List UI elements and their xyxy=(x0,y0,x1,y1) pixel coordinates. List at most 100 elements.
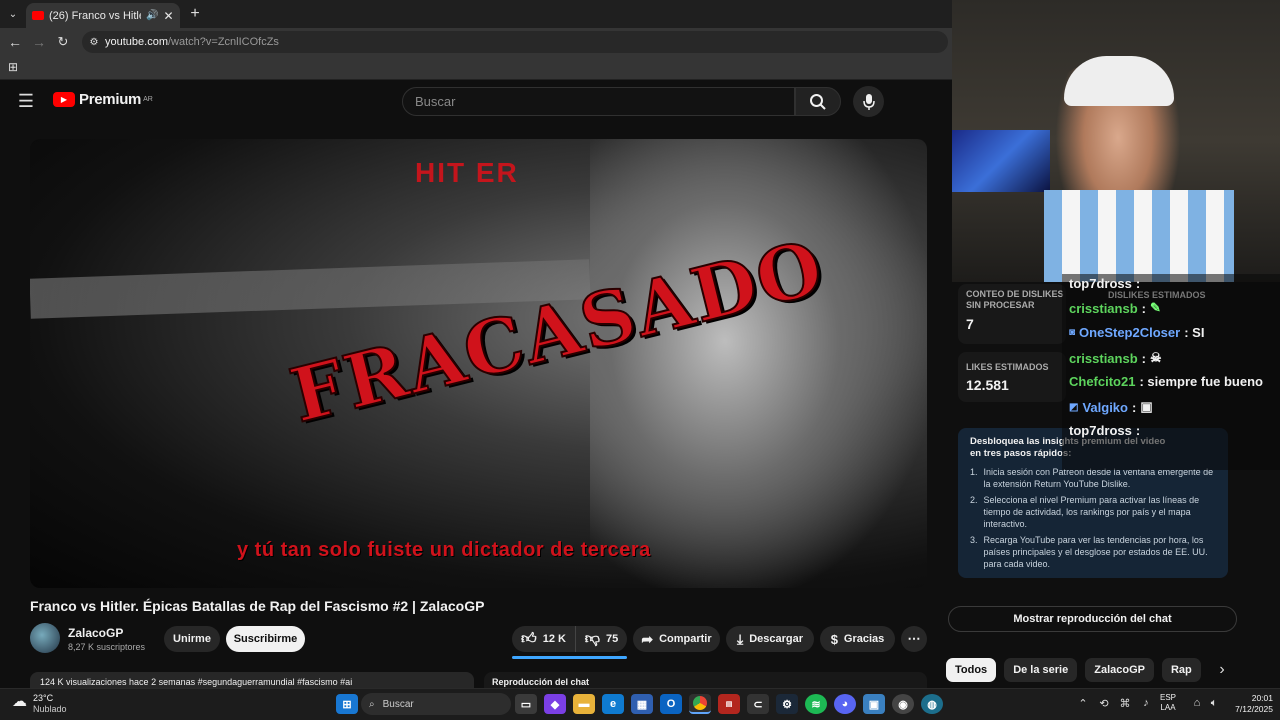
subscribe-button[interactable]: Suscribirme xyxy=(226,626,305,652)
dislike-button[interactable]: 👎︎ 75 xyxy=(576,626,627,652)
chat-user: crisstiansb xyxy=(1069,350,1138,366)
video-player[interactable]: HIT ER FRACASADO y tú tan solo fuiste un… xyxy=(30,139,927,588)
tab-title: (26) Franco vs Hitler. Épicas xyxy=(49,9,141,22)
site-info-icon[interactable]: ⚙ xyxy=(86,34,102,50)
badge-icon: ◩ xyxy=(1069,401,1079,413)
capcut-icon[interactable]: ⊂ xyxy=(747,694,769,714)
language-indicator[interactable]: ESP LAA xyxy=(1160,693,1176,713)
menu-icon[interactable]: ☰ xyxy=(16,91,36,111)
steam-icon[interactable]: ⚙ xyxy=(776,694,798,714)
webcam-monitor xyxy=(952,130,1050,192)
raw-dislikes-card: CONTEO DE DISLIKES SIN PROCESAR 7 xyxy=(958,284,1066,344)
tray-app-icon[interactable]: ⟲ xyxy=(1097,696,1111,710)
video-overlay-top-text: HIT ER xyxy=(415,157,519,188)
share-icon: ➦ xyxy=(641,630,654,647)
step-number-3: 3. xyxy=(970,535,978,545)
chat-message: : xyxy=(1131,399,1137,415)
youtube-favicon-icon xyxy=(32,11,44,20)
streamer-webcam xyxy=(952,0,1280,282)
app-icon[interactable]: ▤ xyxy=(718,694,740,714)
store-icon[interactable]: ▦ xyxy=(631,694,653,714)
thanks-icon: $ xyxy=(830,631,838,647)
weather-widget[interactable]: 23°C Nublado xyxy=(33,693,67,715)
chat-message: : xyxy=(1141,300,1146,316)
reload-icon[interactable]: ↻ xyxy=(54,33,72,51)
lang-bottom: LAA xyxy=(1160,703,1176,712)
more-actions-icon[interactable]: ⋯ xyxy=(901,626,927,652)
show-chat-replay-button[interactable]: Mostrar reproducción del chat xyxy=(948,606,1237,632)
app-globe-icon[interactable]: ◍ xyxy=(921,694,943,714)
search-input[interactable]: Buscar xyxy=(402,87,795,116)
description-preview: 124 K visualizaciones hace 2 semanas #se… xyxy=(40,677,353,687)
chrome-icon[interactable] xyxy=(689,694,711,714)
url-path: /watch?v=ZcnlICOfcZs xyxy=(167,36,279,48)
chat-message: : siempre fue bueno xyxy=(1139,374,1263,389)
taskbar-search[interactable]: ⌕ Buscar xyxy=(361,693,511,715)
join-button[interactable]: Unirme xyxy=(164,626,220,652)
tray-expand-icon[interactable]: ⌃ xyxy=(1076,696,1090,710)
youtube-play-logo-icon: ▶ xyxy=(53,92,75,107)
obs-icon[interactable]: ◉ xyxy=(892,694,914,714)
copilot-icon[interactable]: ◆ xyxy=(544,694,566,714)
speaker-icon[interactable]: 🔊 xyxy=(146,10,158,21)
video-frame-face xyxy=(590,139,927,588)
chat-message: : xyxy=(1141,350,1146,366)
webcam-shirt xyxy=(1044,190,1234,282)
chat-emote-icon: ▣ xyxy=(1140,399,1153,414)
browser-tab[interactable]: (26) Franco vs Hitler. Épicas 🔊 ✕ xyxy=(26,3,180,28)
clock-date: 7/12/2025 xyxy=(1235,704,1273,714)
like-button[interactable]: 👍︎ 12 K xyxy=(512,626,576,652)
back-icon[interactable]: ← xyxy=(6,33,24,51)
chevron-right-icon[interactable]: › xyxy=(1212,660,1232,680)
raw-dislikes-label: CONTEO DE DISLIKES SIN PROCESAR xyxy=(966,289,1064,310)
chat-user: Chefcito21 xyxy=(1069,374,1136,389)
url-field[interactable]: ⚙ youtube.com/watch?v=ZcnlICOfcZs xyxy=(82,31,948,53)
new-tab-icon[interactable]: + xyxy=(186,5,204,23)
chat-replay-panel: Reproducción del chat xyxy=(484,672,927,688)
chip-series[interactable]: De la serie xyxy=(1004,658,1078,682)
tab-search-chevron-icon[interactable]: ⌄ xyxy=(4,6,22,22)
spotify-icon[interactable]: ≋ xyxy=(805,694,827,714)
apps-grid-icon[interactable]: ⊞ xyxy=(6,60,20,74)
microphone-icon xyxy=(862,93,875,110)
discord-icon[interactable]: ◕ xyxy=(834,694,856,714)
chip-channel[interactable]: ZalacoGP xyxy=(1085,658,1154,682)
chat-emote-icon: ✎ xyxy=(1150,300,1161,315)
volume-icon[interactable]: 🔈︎ xyxy=(1207,696,1221,710)
youtube-premium-logo[interactable]: ▶ Premium AR xyxy=(53,91,153,108)
network-icon[interactable]: ⌂ xyxy=(1190,696,1204,710)
start-windows-icon[interactable]: ⊞ xyxy=(336,694,358,714)
edge-icon[interactable]: e xyxy=(602,694,624,714)
chip-rap[interactable]: Rap xyxy=(1161,658,1201,682)
like-count: 12 K xyxy=(542,633,566,645)
filter-chip-bar: Todos De la serie ZalacoGP Rap Re xyxy=(946,658,1206,682)
search-icon xyxy=(810,93,826,110)
share-button[interactable]: ➦ Compartir xyxy=(633,626,720,652)
video-title: Franco vs Hitler. Épicas Batallas de Rap… xyxy=(30,598,485,614)
region-code: AR xyxy=(143,96,153,103)
clock[interactable]: 20:01 7/12/2025 xyxy=(1227,693,1273,715)
file-explorer-icon[interactable]: ▬ xyxy=(573,694,595,714)
outlook-icon[interactable]: O xyxy=(660,694,682,714)
download-button[interactable]: ⤓ Descargar xyxy=(726,626,814,652)
task-view-icon[interactable]: ▭ xyxy=(515,694,537,714)
channel-avatar[interactable] xyxy=(30,623,60,653)
chip-all[interactable]: Todos xyxy=(946,658,997,682)
download-icon: ⤓ xyxy=(736,630,744,647)
voice-search-button[interactable] xyxy=(853,86,884,117)
raw-dislikes-value: 7 xyxy=(966,316,974,332)
like-dislike-group: 👍︎ 12 K 👎︎ 75 xyxy=(512,626,627,652)
thumbs-up-icon: 👍︎ xyxy=(521,630,537,647)
tab-close-icon[interactable]: ✕ xyxy=(163,9,173,23)
tray-app-icon[interactable]: ⌘ xyxy=(1118,696,1132,710)
description-box[interactable]: 124 K visualizaciones hace 2 semanas #se… xyxy=(30,672,474,688)
subscriber-count: 8,27 K suscriptores xyxy=(68,642,146,652)
channel-name[interactable]: ZalacoGP xyxy=(68,626,123,640)
forward-icon[interactable]: → xyxy=(30,33,48,51)
dislike-count: 75 xyxy=(605,633,619,645)
search-button[interactable] xyxy=(795,87,841,116)
remote-desktop-icon[interactable]: ▣ xyxy=(863,694,885,714)
tray-mic-icon[interactable]: ♪ xyxy=(1139,696,1153,710)
video-subtitle: y tú tan solo fuiste un dictador de terc… xyxy=(237,539,651,561)
thanks-button[interactable]: $ Gracias xyxy=(820,626,895,652)
